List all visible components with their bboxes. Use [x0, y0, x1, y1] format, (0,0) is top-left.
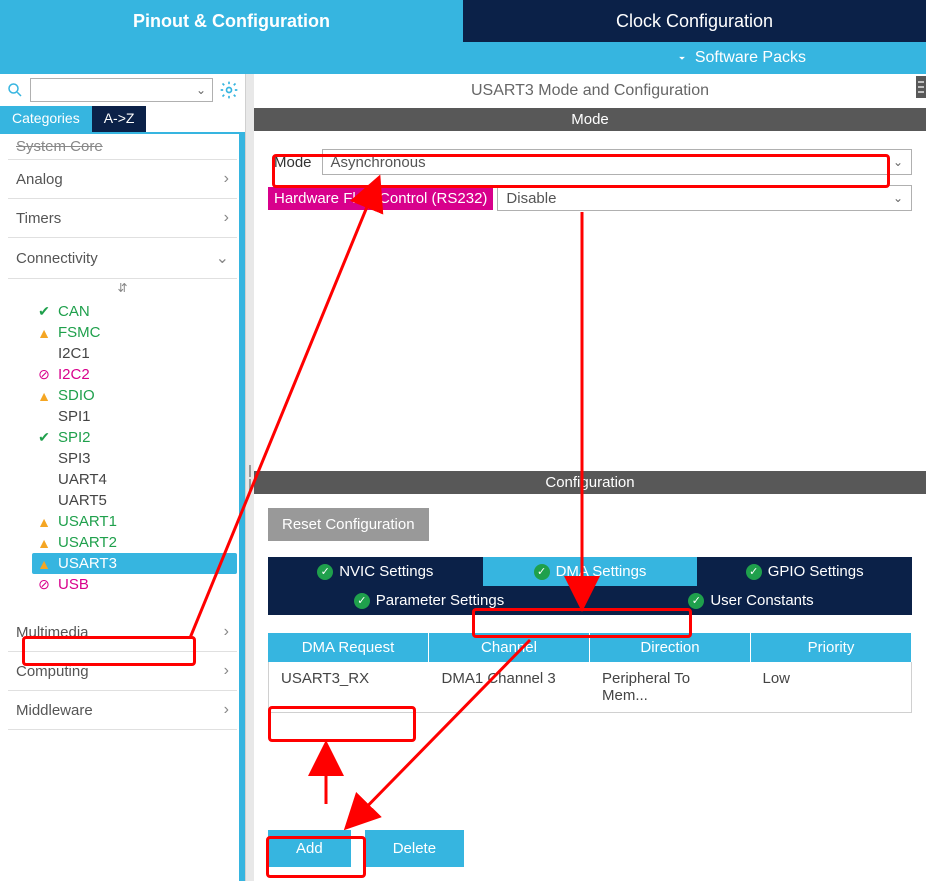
chevron-down-icon: ⌄ — [216, 248, 229, 268]
category-connectivity[interactable]: Connectivity⌄ — [8, 238, 237, 279]
category-timers[interactable]: Timers› — [8, 199, 237, 238]
dma-priority-cell: Low — [751, 662, 912, 712]
add-button[interactable]: Add — [268, 830, 351, 867]
hw-flow-select[interactable]: Disable⌄ — [497, 185, 912, 211]
warn-icon: ▲ — [36, 535, 52, 551]
tab-pinout-config[interactable]: Pinout & Configuration — [0, 0, 463, 42]
peripheral-item-spi2[interactable]: ✔ SPI2 — [36, 427, 237, 448]
category-tree: System Core Analog› Timers› Connectivity… — [0, 132, 245, 738]
peripheral-item-i2c1[interactable]: I2C1 — [36, 343, 237, 364]
mode-select[interactable]: Asynchronous⌄ — [322, 149, 912, 175]
warn-icon: ▲ — [36, 514, 52, 530]
warn-icon: ▲ — [36, 556, 52, 572]
peripheral-label: SDIO — [58, 387, 95, 404]
peripheral-label: FSMC — [58, 324, 101, 341]
chevron-right-icon: › — [224, 170, 229, 188]
prohibit-icon: ⊘ — [36, 366, 52, 383]
tab-user-constants[interactable]: ✓User Constants — [590, 586, 912, 615]
hw-flow-label: Hardware Flow Control (RS232) — [268, 187, 493, 210]
dma-table-header: DMA Request Channel Direction Priority — [268, 633, 912, 662]
check-icon: ✔ — [36, 303, 52, 320]
peripheral-label: USART2 — [58, 534, 117, 551]
category-system-core[interactable]: System Core — [8, 134, 237, 160]
dma-request-cell: USART3_RX — [269, 662, 430, 712]
dma-table-row[interactable]: USART3_RX DMA1 Channel 3 Peripheral To M… — [268, 662, 912, 713]
chevron-down-icon — [675, 51, 689, 65]
sort-icon[interactable]: ⇵ — [8, 281, 237, 295]
tree-scrollbar[interactable] — [239, 132, 245, 881]
tab-a-to-z[interactable]: A->Z — [92, 106, 147, 132]
peripheral-item-can[interactable]: ✔ CAN — [36, 301, 237, 322]
right-panel: USART3 Mode and Configuration Mode Mode … — [254, 74, 926, 881]
chevron-down-icon: ⌄ — [196, 83, 206, 97]
warn-icon: ▲ — [36, 325, 52, 341]
peripheral-item-usart3[interactable]: ▲ USART3 — [32, 553, 237, 574]
config-section-header: Configuration — [254, 471, 926, 494]
tab-gpio-settings[interactable]: ✓GPIO Settings — [697, 557, 912, 586]
peripheral-item-sdio[interactable]: ▲ SDIO — [36, 385, 237, 406]
peripheral-item-usart1[interactable]: ▲ USART1 — [36, 511, 237, 532]
chevron-right-icon: › — [224, 662, 229, 680]
peripheral-label: USART1 — [58, 513, 117, 530]
peripheral-title: USART3 Mode and Configuration — [254, 74, 926, 108]
search-combo[interactable]: ⌄ — [30, 78, 213, 102]
peripheral-label: I2C2 — [58, 366, 90, 383]
peripheral-label: UART4 — [58, 471, 107, 488]
peripheral-label: SPI2 — [58, 429, 91, 446]
tab-dma-settings[interactable]: ✓DMA Settings — [483, 557, 698, 586]
peripheral-item-i2c2[interactable]: ⊘ I2C2 — [36, 364, 237, 385]
check-icon: ✓ — [746, 564, 762, 580]
check-icon: ✓ — [688, 593, 704, 609]
software-packs-label: Software Packs — [695, 49, 806, 67]
mode-label: Mode — [268, 151, 318, 174]
tab-parameter-settings[interactable]: ✓Parameter Settings — [268, 586, 590, 615]
check-icon: ✓ — [534, 564, 550, 580]
mode-section-header: Mode — [254, 108, 926, 131]
peripheral-item-spi3[interactable]: SPI3 — [36, 448, 237, 469]
dma-channel-cell: DMA1 Channel 3 — [430, 662, 591, 712]
tab-nvic-settings[interactable]: ✓NVIC Settings — [268, 557, 483, 586]
chevron-right-icon: › — [224, 209, 229, 227]
peripheral-label: SPI1 — [58, 408, 91, 425]
gear-icon[interactable] — [219, 80, 239, 100]
tab-clock-config[interactable]: Clock Configuration — [463, 0, 926, 42]
category-analog[interactable]: Analog› — [8, 160, 237, 199]
delete-button[interactable]: Delete — [365, 830, 464, 867]
peripheral-label: I2C1 — [58, 345, 90, 362]
check-icon: ✓ — [317, 564, 333, 580]
peripheral-label: SPI3 — [58, 450, 91, 467]
warn-icon: ▲ — [36, 388, 52, 404]
chevron-down-icon: ⌄ — [893, 191, 903, 205]
category-middleware[interactable]: Middleware› — [8, 691, 237, 730]
chevron-right-icon: › — [224, 623, 229, 641]
peripheral-label: UART5 — [58, 492, 107, 509]
chevron-right-icon: › — [224, 701, 229, 719]
category-multimedia[interactable]: Multimedia› — [8, 613, 237, 652]
peripheral-item-uart5[interactable]: UART5 — [36, 490, 237, 511]
peripheral-label: USB — [58, 576, 89, 593]
peripheral-item-uart4[interactable]: UART4 — [36, 469, 237, 490]
software-packs-bar[interactable]: Software Packs — [0, 42, 926, 74]
search-icon[interactable] — [6, 81, 24, 99]
peripheral-item-spi1[interactable]: SPI1 — [36, 406, 237, 427]
splitter-handle[interactable] — [246, 74, 254, 881]
peripheral-item-fsmc[interactable]: ▲ FSMC — [36, 322, 237, 343]
peripheral-label: CAN — [58, 303, 90, 320]
check-icon: ✔ — [36, 429, 52, 446]
category-computing[interactable]: Computing› — [8, 652, 237, 691]
right-edge-handle[interactable] — [916, 76, 926, 98]
tab-categories[interactable]: Categories — [0, 106, 92, 132]
peripheral-item-usart2[interactable]: ▲ USART2 — [36, 532, 237, 553]
dma-direction-cell: Peripheral To Mem... — [590, 662, 751, 712]
reset-config-button[interactable]: Reset Configuration — [268, 508, 429, 541]
peripheral-item-usb[interactable]: ⊘ USB — [36, 574, 237, 595]
prohibit-icon: ⊘ — [36, 576, 52, 593]
left-panel: ⌄ Categories A->Z System Core Analog› Ti… — [0, 74, 246, 881]
peripheral-label: USART3 — [58, 555, 117, 572]
chevron-down-icon: ⌄ — [893, 155, 903, 169]
check-icon: ✓ — [354, 593, 370, 609]
